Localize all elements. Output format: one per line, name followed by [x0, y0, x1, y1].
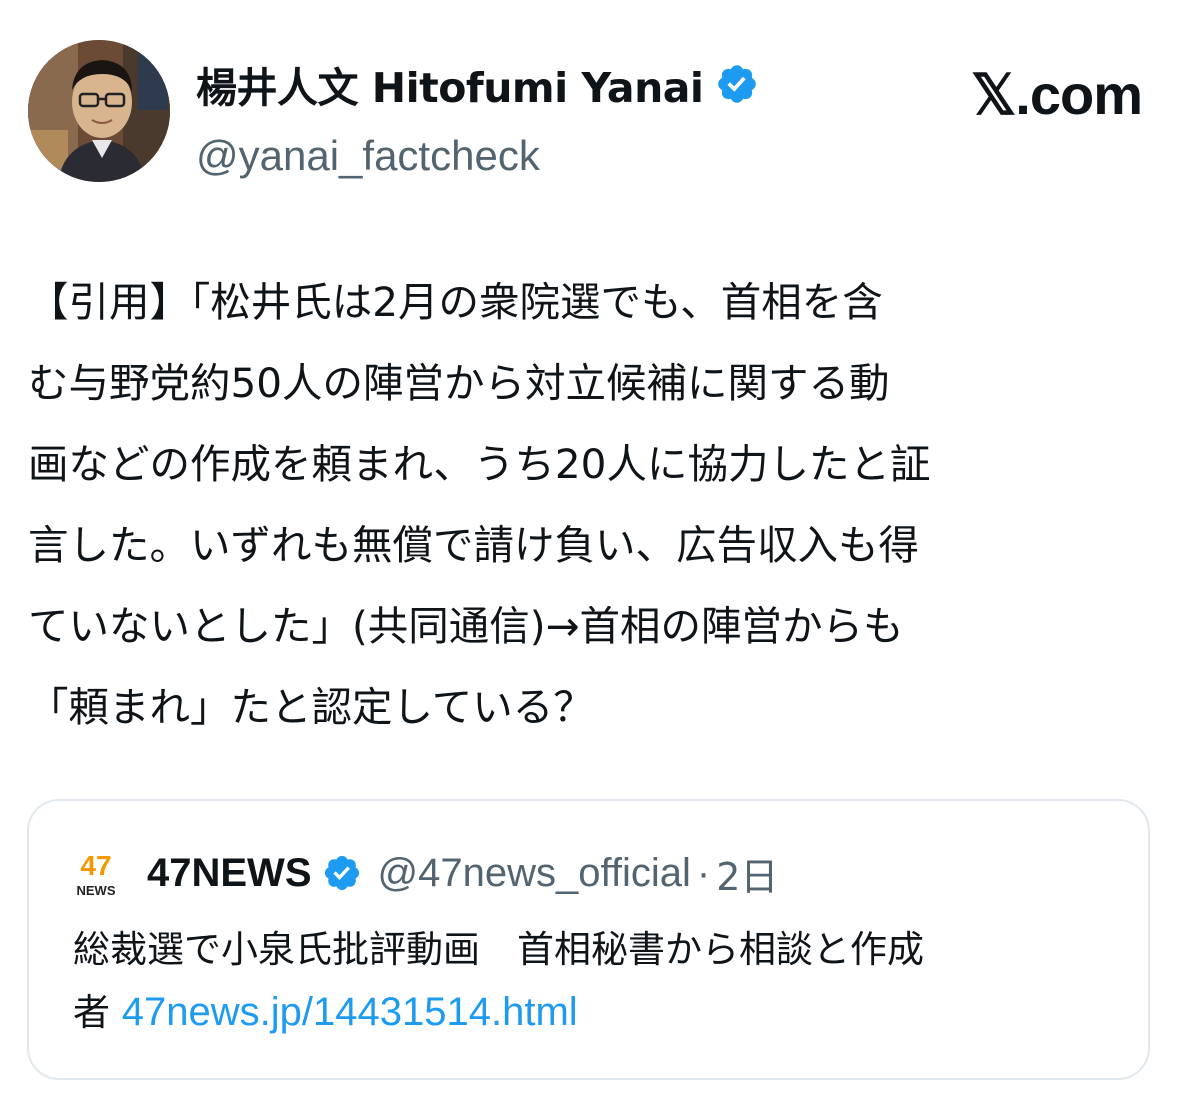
tweet-header: 楊井人文 Hitofumi Yanai @yanai_factcheck 𝕏.c… — [28, 40, 1148, 185]
avatar[interactable] — [28, 40, 170, 182]
verified-badge-icon — [718, 65, 757, 103]
quoted-timestamp[interactable]: 2日 — [716, 846, 778, 901]
logo-number: 47 — [80, 850, 111, 881]
quoted-text-line: 総裁選で小泉氏批評動画 首相秘書から相談と作成 — [73, 928, 924, 971]
logo-subtext: NEWS — [77, 883, 116, 897]
author-name-row[interactable]: 楊井人文 Hitofumi Yanai — [196, 56, 759, 112]
tweet-body: 【引用】「松井氏は2月の衆院選でも、首相を含 む与野党約50人の陣営から対立候補に… — [28, 262, 1154, 748]
quoted-tweet-text: 総裁選で小泉氏批評動画 首相秘書から相談と作成 者 47news.jp/1443… — [73, 919, 1123, 1044]
quoted-tweet-card[interactable]: 47 NEWS 47NEWS @47news_official · 2日 総裁選… — [27, 799, 1150, 1080]
tweet-line: 「頼まれ」たと認定している？ — [28, 683, 594, 731]
47news-logo-icon: 47 NEWS — [73, 849, 119, 897]
article-link[interactable]: 47news.jp/14431514.html — [122, 990, 578, 1034]
x-com-logo: 𝕏.com — [971, 63, 1143, 126]
tweet-line: む与野党約50人の陣営から対立候補に関する動 — [28, 359, 890, 407]
separator-dot: · — [696, 850, 711, 895]
tweet-line: ていないとした」(共同通信)→首相の陣営からも — [28, 602, 904, 650]
quoted-author-name[interactable]: 47NEWS — [147, 851, 312, 896]
tweet-line: 画などの作成を頼まれ、うち20人に協力したと証 — [28, 440, 931, 488]
quoted-text-prefix: 者 — [73, 991, 110, 1034]
tweet-line: 【引用】「松井氏は2月の衆院選でも、首相を含 — [28, 278, 883, 326]
author-handle[interactable]: @yanai_factcheck — [196, 132, 540, 180]
avatar-photo-icon — [28, 40, 170, 182]
quoted-text-line-2: 者 47news.jp/14431514.html — [73, 981, 1123, 1044]
author-display-name[interactable]: 楊井人文 Hitofumi Yanai — [196, 54, 704, 114]
verified-badge-icon — [324, 855, 359, 891]
quoted-author-row[interactable]: 47NEWS @47news_official · 2日 — [147, 845, 778, 901]
tweet-line: 言した。いずれも無償で請け負い、広告収入も得 — [28, 521, 919, 569]
quoted-author-handle[interactable]: @47news_official — [378, 851, 691, 896]
